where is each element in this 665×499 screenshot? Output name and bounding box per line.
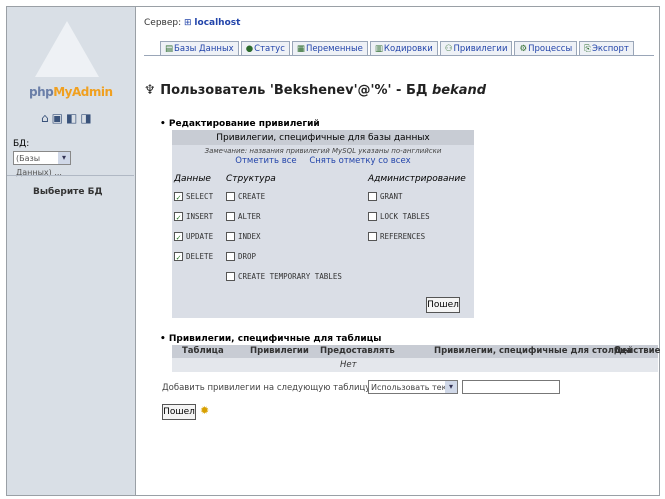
users-icon: ⚇ [444,44,453,54]
tab-export[interactable]: ⎘Экспорт [579,41,634,56]
tabs-divider [144,55,654,56]
app-frame: phpMyAdmin ⌂ ▣ ◧ ◨ БД: (Базы Данных) ...… [6,6,660,496]
priv-alter[interactable]: ALTER [226,212,261,221]
table-name-input[interactable] [462,380,560,394]
left-panel: phpMyAdmin ⌂ ▣ ◧ ◨ БД: (Базы Данных) ...… [7,7,136,495]
logo[interactable]: phpMyAdmin [17,21,125,101]
home-icon[interactable]: ⌂ [41,111,49,125]
db-select[interactable]: (Базы Данных) ... ▾ [13,151,71,177]
table-privileges-table: Таблица Привилегии Предоставлять Привиле… [172,345,661,372]
table-row: Нет [172,358,658,372]
section-edit-privileges-title: • Редактирование привилегий [160,119,320,129]
page-title: ♆ Пользователь 'Bekshenev'@'%' - БД beka… [144,83,487,98]
add-privileges-label: Добавить привилегии на следующую таблицу… [162,383,374,393]
checkbox-checked-icon[interactable]: ✓ [174,212,183,222]
priv-create-temp[interactable]: CREATE TEMPORARY TABLES [226,272,342,281]
charset-icon: ▥ [374,44,383,54]
logo-sail-icon [35,21,99,77]
check-links: Отметить все Снять отметку со всех [172,155,474,168]
priv-update[interactable]: ✓ UPDATE [174,232,213,242]
uncheck-all-link[interactable]: Снять отметку со всех [309,156,410,166]
choose-db-text: Выберите БД [33,187,103,197]
sql-icon[interactable]: ▣ [52,111,63,125]
col-header-privileges: Привилегии [250,346,309,356]
col-header-table: Таблица [182,346,224,356]
query-icon[interactable]: ◧ [66,111,77,125]
priv-lock-tables[interactable]: LOCK TABLES [368,212,430,221]
db-privileges-table: Привилегии, специфичные для базы данных … [172,130,474,318]
go-button-2[interactable]: Пошел [162,404,196,420]
db-icon: ▤ [165,44,174,54]
main-panel: Сервер: ⊞ localhost ▤Базы Данных ●Статус… [136,7,661,495]
col-header-data: Данные [174,174,211,184]
tab-variables[interactable]: ▦Переменные [291,41,368,56]
privileges-note: Замечание: названия привилегий MySQL ука… [204,147,442,155]
table-header: Таблица Привилегии Предоставлять Привиле… [172,345,661,358]
export-icon: ⎘ [584,44,591,54]
divider [7,175,134,176]
priv-insert[interactable]: ✓ INSERT [174,212,213,222]
vars-icon: ▦ [296,44,305,54]
tab-charsets[interactable]: ▥Кодировки [369,41,438,56]
tab-databases[interactable]: ▤Базы Данных [160,41,239,56]
priv-delete[interactable]: ✓ DELETE [174,252,213,262]
left-icon-bar: ⌂ ▣ ◧ ◨ [41,111,92,125]
table-header: Привилегии, специфичные для базы данных [172,130,474,145]
tab-bar: ▤Базы Данных ●Статус ▦Переменные ▥Кодиро… [160,41,636,56]
logo-text: phpMyAdmin [29,85,113,99]
go-button[interactable]: Пошел [426,297,460,313]
table-select[interactable]: Использовать текстовое поле:▾ [368,380,458,394]
priv-index[interactable]: INDEX [226,232,261,241]
checkbox-checked-icon[interactable]: ✓ [174,192,183,202]
col-header-action: Действие [614,346,661,356]
chevron-down-icon: ▾ [445,381,457,393]
priv-grant[interactable]: GRANT [368,192,403,201]
chevron-down-icon: ▾ [58,152,70,164]
col-header-column-privileges: Привилегии, специфичные для столбца [434,346,632,356]
user-icon: ♆ [144,83,156,98]
checkbox-checked-icon[interactable]: ✓ [174,252,183,262]
tab-privileges[interactable]: ⚇Привилегии [439,41,513,56]
col-header-grant: Предоставлять [320,346,395,356]
db-label: БД: [13,139,30,149]
priv-drop[interactable]: DROP [226,252,256,261]
privilege-columns: Данные Структура Администрирование ✓ SELE… [172,168,474,318]
priv-references[interactable]: REFERENCES [368,232,425,241]
status-icon: ● [245,44,254,54]
check-all-link[interactable]: Отметить все [235,156,296,166]
process-icon: ⚙ [519,44,528,54]
breadcrumb: Сервер: ⊞ localhost [144,18,240,28]
checkbox-checked-icon[interactable]: ✓ [174,232,183,242]
tip-bulb-icon: ✹ [200,404,210,417]
priv-select[interactable]: ✓ SELECT [174,192,213,202]
docs-icon[interactable]: ◨ [80,111,91,125]
priv-create[interactable]: CREATE [226,192,265,201]
tab-processes[interactable]: ⚙Процессы [514,41,578,56]
section-table-privileges-title: • Привилегии, специфичные для таблицы [160,334,382,344]
col-header-admin: Администрирование [368,174,466,184]
col-header-structure: Структура [226,174,276,184]
server-label: Сервер: [144,18,182,28]
server-link[interactable]: localhost [194,18,240,28]
tab-status[interactable]: ●Статус [240,41,290,56]
server-icon: ⊞ [184,18,192,28]
